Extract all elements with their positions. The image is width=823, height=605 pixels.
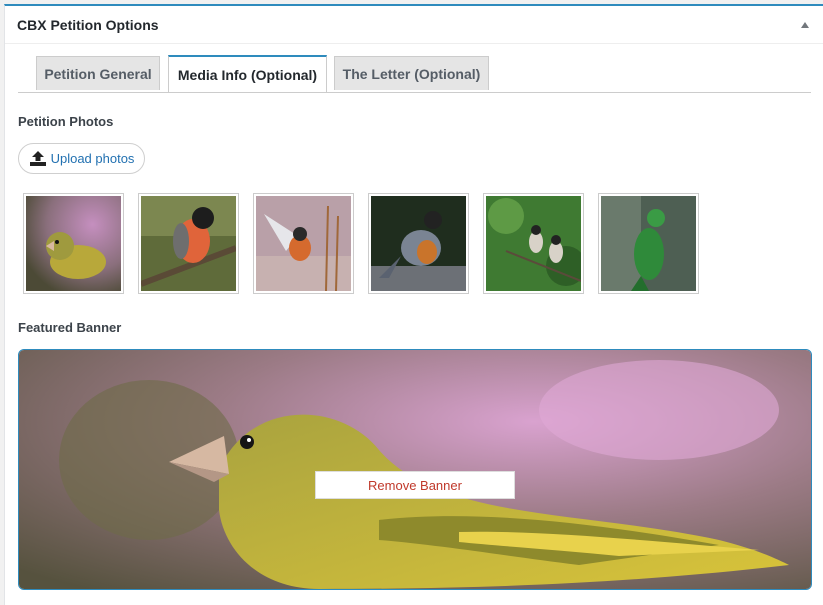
bullfinch-photo (141, 196, 236, 291)
photo-thumbnail-bullfinch[interactable] (138, 193, 239, 294)
featured-banner: Remove Banner (18, 349, 812, 590)
panel-title: CBX Petition Options (17, 16, 159, 33)
photo-thumbnail-bulbul-pair[interactable] (483, 193, 584, 294)
cbx-petition-options-panel: CBX Petition Options Petition General Me… (4, 4, 823, 605)
collapse-toggle-icon[interactable] (799, 19, 811, 31)
photo-thumbnail-greenfinch[interactable] (23, 193, 124, 294)
photo-thumbnail-green-bird[interactable] (598, 193, 699, 294)
petition-photos-label: Petition Photos (18, 114, 114, 129)
photo-thumbnails (23, 193, 699, 294)
robin-photo (371, 196, 466, 291)
photo-thumbnail-flying-bird[interactable] (253, 193, 354, 294)
tab-bar: Petition General Media Info (Optional) T… (18, 55, 811, 93)
greenfinch-photo (26, 196, 121, 291)
panel-header: CBX Petition Options (5, 6, 823, 44)
photo-thumbnail-robin[interactable] (368, 193, 469, 294)
featured-banner-label: Featured Banner (18, 320, 122, 335)
upload-photos-button[interactable]: Upload photos (18, 143, 145, 174)
flying-bird-photo (256, 196, 351, 291)
upload-icon (29, 150, 46, 166)
tab-the-letter[interactable]: The Letter (Optional) (334, 56, 489, 90)
bulbul-pair-photo (486, 196, 581, 291)
remove-banner-button[interactable]: Remove Banner (315, 471, 515, 499)
upload-photos-label: Upload photos (50, 151, 135, 166)
tab-petition-general[interactable]: Petition General (36, 56, 160, 90)
banner-greenfinch-image (19, 350, 811, 589)
green-bird-photo (601, 196, 696, 291)
tab-media-info[interactable]: Media Info (Optional) (168, 55, 327, 92)
